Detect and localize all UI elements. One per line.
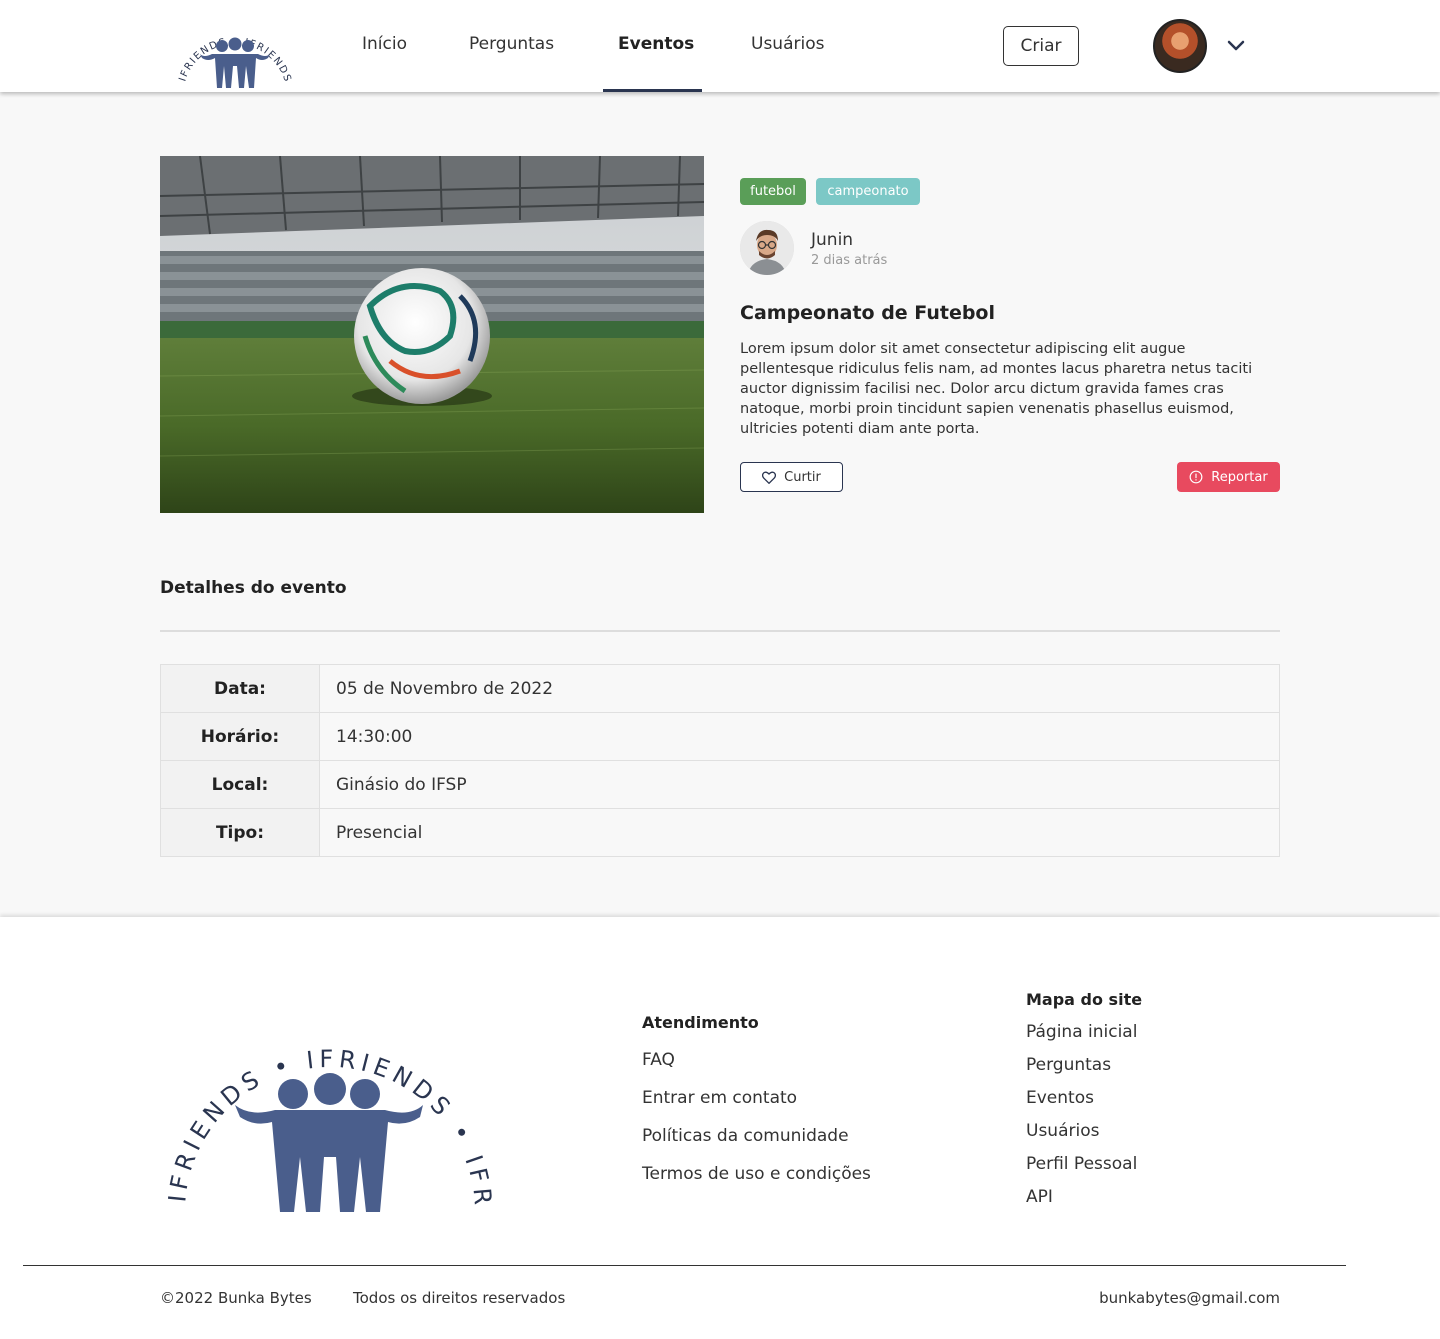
alert-circle-icon	[1189, 470, 1203, 484]
top-navbar: IFRIENDS • IFRIENDS • IFRIENDS Início Pe…	[0, 0, 1440, 92]
author-avatar[interactable]	[740, 221, 794, 275]
detail-value: Ginásio do IFSP	[319, 760, 1280, 809]
table-row: Tipo: Presencial	[160, 808, 1280, 857]
event-image	[160, 156, 704, 513]
footer-link-terms[interactable]: Termos de uso e condições	[642, 1164, 871, 1184]
like-button[interactable]: Curtir	[740, 462, 843, 492]
like-label: Curtir	[784, 469, 821, 485]
contact-email[interactable]: bunkabytes@gmail.com	[1099, 1289, 1280, 1307]
detail-label: Horário:	[160, 712, 320, 761]
report-button[interactable]: Reportar	[1177, 462, 1280, 492]
sitemap-link-questions[interactable]: Perguntas	[1026, 1055, 1111, 1075]
ifriends-footer-logo: IFRIENDS • IFRIENDS • IFRIENDS	[160, 977, 492, 1212]
sitemap-link-events[interactable]: Eventos	[1026, 1088, 1094, 1108]
create-button[interactable]: Criar	[1003, 26, 1079, 66]
event-description: Lorem ipsum dolor sit amet consectetur a…	[740, 341, 1253, 437]
sitemap-link-profile[interactable]: Perfil Pessoal	[1026, 1154, 1137, 1174]
event-details-table: Data: 05 de Novembro de 2022 Horário: 14…	[160, 664, 1280, 857]
detail-value: Presencial	[319, 808, 1280, 857]
post-time: 2 dias atrás	[811, 253, 888, 268]
detail-label: Tipo:	[160, 808, 320, 857]
ifriends-logo[interactable]: IFRIENDS • IFRIENDS • IFRIENDS	[170, 2, 300, 90]
sitemap-link-api[interactable]: API	[1026, 1187, 1053, 1207]
footer-link-contact[interactable]: Entrar em contato	[642, 1088, 797, 1108]
tag-futebol[interactable]: futebol	[740, 178, 806, 205]
sitemap-heading: Mapa do site	[1026, 990, 1143, 1009]
detail-value: 14:30:00	[319, 712, 1280, 761]
detail-label: Data:	[160, 664, 320, 713]
footer: IFRIENDS • IFRIENDS • IFRIENDS Atendimen…	[0, 917, 1440, 1339]
author-name[interactable]: Junin	[811, 230, 853, 250]
rights-reserved: Todos os direitos reservados	[353, 1289, 566, 1307]
nav-inicio[interactable]: Início	[362, 34, 407, 54]
nav-perguntas[interactable]: Perguntas	[469, 34, 554, 54]
sitemap-link-home[interactable]: Página inicial	[1026, 1022, 1137, 1042]
sitemap-link-users[interactable]: Usuários	[1026, 1121, 1099, 1141]
detail-label: Local:	[160, 760, 320, 809]
detail-value: 05 de Novembro de 2022	[319, 664, 1280, 713]
chevron-down-icon[interactable]	[1225, 34, 1247, 56]
heart-icon	[762, 471, 777, 484]
nav-usuarios[interactable]: Usuários	[751, 34, 824, 54]
table-row: Horário: 14:30:00	[160, 712, 1280, 761]
support-heading: Atendimento	[642, 1013, 759, 1032]
report-label: Reportar	[1211, 469, 1268, 485]
table-row: Data: 05 de Novembro de 2022	[160, 664, 1280, 713]
user-avatar[interactable]	[1153, 19, 1207, 73]
footer-divider	[23, 1265, 1346, 1266]
nav-eventos[interactable]: Eventos	[618, 34, 694, 54]
copyright: ©2022 Bunka Bytes	[160, 1289, 312, 1307]
event-title: Campeonato de Futebol	[740, 302, 995, 324]
footer-link-policies[interactable]: Políticas da comunidade	[642, 1126, 849, 1146]
tag-campeonato[interactable]: campeonato	[816, 178, 920, 205]
table-row: Local: Ginásio do IFSP	[160, 760, 1280, 809]
details-heading: Detalhes do evento	[160, 578, 347, 598]
footer-link-faq[interactable]: FAQ	[642, 1050, 675, 1070]
active-tab-indicator	[603, 89, 702, 92]
divider	[160, 630, 1280, 632]
